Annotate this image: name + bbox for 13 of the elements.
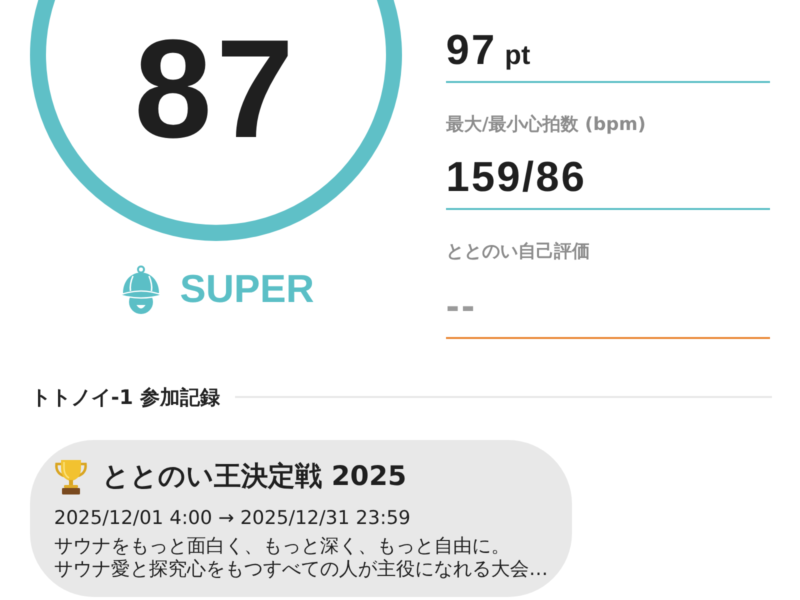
metric-label: 最大/最小心拍数 (bpm) [446,113,646,137]
section-title: トトノイ-1 参加記録 [31,385,220,409]
score-value: 87 [134,34,298,144]
event-period: 2025/12/01 4:00 → 2025/12/31 23:59 [54,506,412,530]
metric-value: 159/86 [446,153,586,200]
unit-label: pt [504,40,530,70]
metric-label: ととのい自己評価 [446,240,590,264]
record-card[interactable]: ととのい王決定戦 2025 2025/12/01 4:00 → 2025/12/31 23:59 サウナをもっと面白く、もっと深く、もっと自由に。サウナ愛と探究心をもつすべての人が主役になれる大会… [30,440,572,597]
rank-label: SUPER [180,267,314,313]
metric-value: 97 [446,26,497,73]
event-description: サウナをもっと面白く、もっと深く、もっと自由に。サウナ愛と探究心をもつすべての人が主役になれる大会… [54,535,548,581]
event-title: ととのい王決定戦 2025 [102,460,407,494]
trophy-icon [54,459,88,495]
